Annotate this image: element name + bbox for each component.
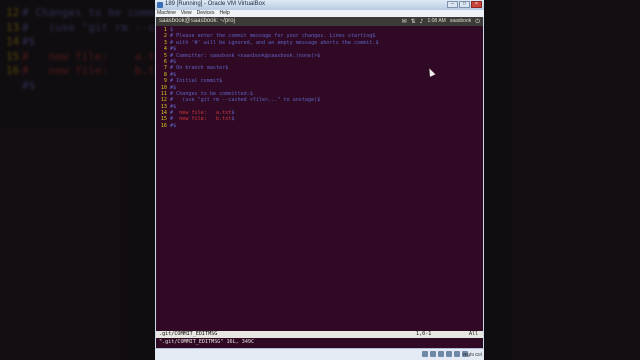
line-number: 16 bbox=[160, 122, 167, 129]
line-text: # Please enter the commit message for yo… bbox=[170, 33, 373, 40]
vm-statusbar: Right Ctrl bbox=[155, 348, 484, 360]
host-key-label: Right Ctrl bbox=[463, 352, 482, 357]
vim-status-line: .git/COMMIT_EDITMSG 1,0-1 All bbox=[156, 331, 483, 338]
line-text: b.txt bbox=[216, 116, 232, 123]
power-icon[interactable]: ⏻ bbox=[475, 18, 480, 25]
status-filename: .git/COMMIT_EDITMSG bbox=[159, 331, 218, 337]
line-text: # Initial commit bbox=[170, 78, 220, 85]
line-text: $ bbox=[173, 103, 177, 110]
line-text: $ bbox=[231, 116, 235, 123]
line-text: a.txt bbox=[216, 110, 232, 117]
window-controls: – □ × bbox=[447, 1, 482, 8]
line-text: $ bbox=[173, 58, 177, 65]
minimize-button[interactable]: – bbox=[447, 1, 458, 8]
usb-icon[interactable] bbox=[438, 351, 444, 357]
vim-buffer[interactable]: 1 $2 # Please enter the commit message for… bbox=[158, 27, 379, 129]
line-text: $ bbox=[173, 71, 177, 78]
user-menu[interactable]: saasbook bbox=[450, 18, 471, 25]
line-text: # On branch master bbox=[170, 65, 226, 72]
vim-line[interactable]: 16 #$ bbox=[158, 123, 379, 129]
virtualbox-window: 189 [Running] - Oracle VM VirtualBox – □… bbox=[155, 0, 484, 360]
line-text: new file: bbox=[173, 110, 217, 117]
line-text: # Changes to be committed: bbox=[170, 90, 250, 97]
panel-indicators: ✉ ⇅ ♪ 1:08 AM saasbook ⏻ bbox=[402, 18, 480, 25]
vm-device-icons bbox=[422, 351, 468, 357]
menu-machine[interactable]: Machine bbox=[157, 10, 176, 17]
background-left: 12# Changes to be committed:13# (use "gi… bbox=[0, 0, 155, 360]
background-right bbox=[484, 0, 640, 360]
vim-message-line: ".git/COMMIT_EDITMSG" 16L, 349C bbox=[159, 339, 255, 345]
menu-devices[interactable]: Devices bbox=[197, 10, 215, 17]
line-text: $ bbox=[317, 52, 321, 59]
shared-folder-icon[interactable] bbox=[446, 351, 452, 357]
virtualbox-icon bbox=[157, 2, 163, 8]
line-text: $ bbox=[317, 97, 321, 104]
close-button[interactable]: × bbox=[471, 1, 482, 8]
harddisk-icon[interactable] bbox=[422, 351, 428, 357]
window-title: 189 [Running] - Oracle VM VirtualBox bbox=[165, 1, 265, 7]
window-titlebar[interactable]: 189 [Running] - Oracle VM VirtualBox – □… bbox=[155, 0, 484, 10]
line-text: # (use "git rm --cached <file>..." to un… bbox=[170, 97, 318, 104]
volume-icon[interactable]: ♪ bbox=[420, 18, 424, 25]
line-text: $ bbox=[170, 27, 174, 33]
line-text: new file: bbox=[173, 116, 217, 123]
line-text: $ bbox=[173, 122, 177, 129]
ubuntu-top-panel: saasbook@saasbook: ~/proj ✉ ⇅ ♪ 1:08 AM … bbox=[156, 17, 483, 26]
line-text: $ bbox=[375, 39, 379, 46]
menu-view[interactable]: View bbox=[181, 10, 192, 17]
vim-line[interactable]: 3 # with '#' will be ignored, and an empt… bbox=[158, 40, 379, 46]
line-text: $ bbox=[173, 84, 177, 91]
line-text: $ bbox=[219, 78, 223, 85]
line-text: $ bbox=[372, 33, 376, 40]
clock[interactable]: 1:08 AM bbox=[427, 18, 445, 25]
line-text: $ bbox=[173, 46, 177, 53]
line-text: $ bbox=[225, 65, 229, 72]
line-text: $ bbox=[249, 90, 253, 97]
line-text: # with '#' will be ignored, and an empty… bbox=[170, 39, 376, 46]
status-cursor-position: 1,0-1 bbox=[416, 331, 432, 337]
maximize-button[interactable]: □ bbox=[459, 1, 470, 8]
terminal-title: saasbook@saasbook: ~/proj bbox=[159, 18, 235, 24]
network-icon[interactable]: ⇅ bbox=[411, 18, 416, 25]
mail-icon[interactable]: ✉ bbox=[402, 18, 407, 25]
menu-help[interactable]: Help bbox=[219, 10, 229, 17]
status-scroll-percent: All bbox=[469, 331, 479, 337]
line-text: $ bbox=[231, 110, 235, 117]
line-text: # Committer: saasbook <saasbook@saasbook… bbox=[170, 52, 318, 59]
vm-menubar: Machine View Devices Help bbox=[155, 10, 484, 17]
network-adapter-icon[interactable] bbox=[454, 351, 460, 357]
optical-drive-icon[interactable] bbox=[430, 351, 436, 357]
